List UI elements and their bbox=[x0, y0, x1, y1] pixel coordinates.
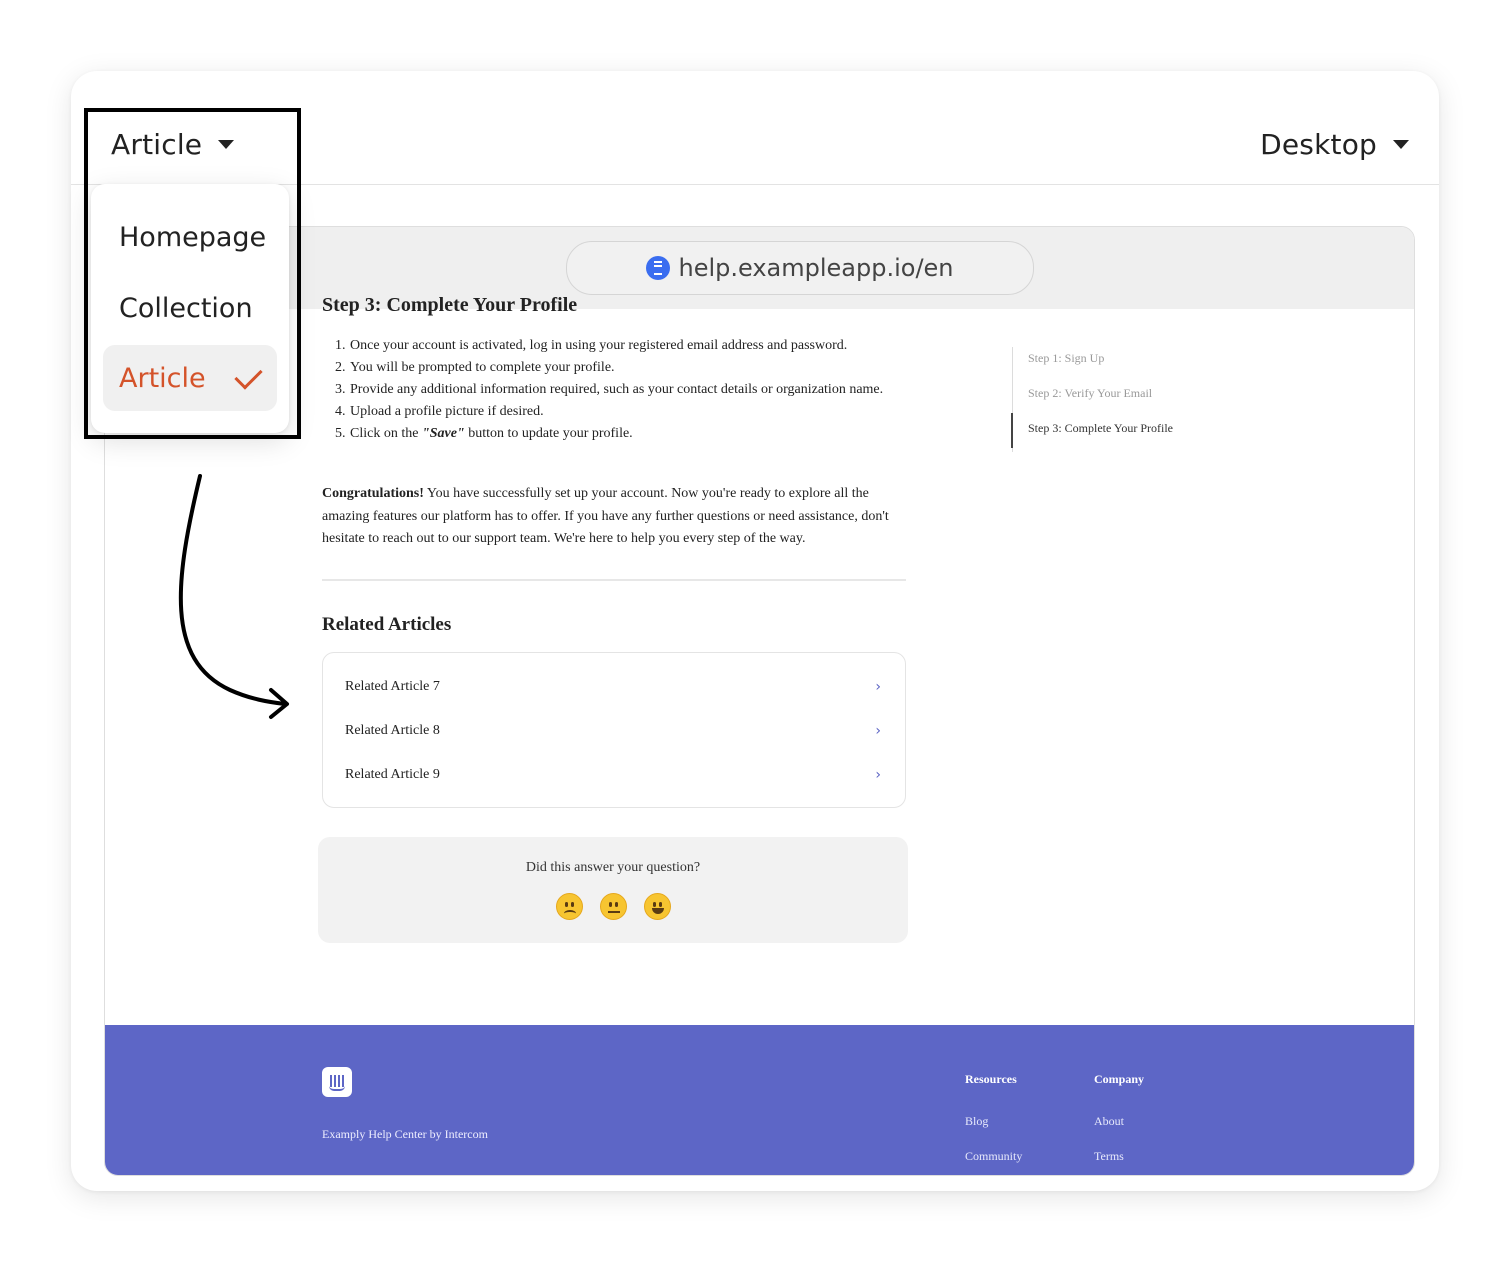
related-articles-title: Related Articles bbox=[322, 614, 452, 635]
reaction-buttons bbox=[318, 893, 908, 920]
toc-item-active[interactable]: Step 3: Complete Your Profile bbox=[1010, 413, 1173, 448]
table-of-contents: Step 1: Sign Up Step 2: Verify Your Emai… bbox=[1010, 347, 1173, 452]
annotation-arrow-icon bbox=[178, 474, 289, 719]
feedback-question: Did this answer your question? bbox=[525, 860, 701, 875]
intercom-logo-icon[interactable] bbox=[322, 1067, 352, 1097]
toc-item[interactable]: Step 1: Sign Up bbox=[1013, 347, 1173, 370]
list-item: 5. Click on the "Save" button to update y… bbox=[335, 426, 633, 441]
footer-heading-resources: Resources bbox=[965, 1072, 1017, 1086]
disappointed-face-icon[interactable] bbox=[555, 893, 583, 920]
feedback-widget: Did this answer your question? bbox=[318, 837, 908, 943]
list-item: 4. Upload a profile picture if desired. bbox=[335, 404, 544, 419]
related-article-link[interactable]: Related Article 7 › bbox=[345, 677, 881, 697]
url-text: help.exampleapp.io/en bbox=[678, 254, 954, 282]
toc-item[interactable]: Step 2: Verify Your Email bbox=[1013, 382, 1173, 405]
caret-down-icon bbox=[1393, 140, 1409, 149]
section-heading: Step 3: Complete Your Profile bbox=[322, 294, 578, 316]
chevron-right-icon: › bbox=[875, 679, 881, 695]
url-bar[interactable]: help.exampleapp.io/en bbox=[566, 241, 1034, 295]
steps-list: 1. Once your account is activated, log in… bbox=[335, 335, 895, 445]
related-article-link[interactable]: Related Article 8 › bbox=[345, 721, 881, 741]
footer-heading-company: Company bbox=[1094, 1072, 1145, 1086]
related-article-link[interactable]: Related Article 9 › bbox=[345, 765, 881, 785]
highlight-annotation bbox=[84, 108, 301, 439]
footer-link-community[interactable]: Community bbox=[965, 1149, 1022, 1164]
congrats-paragraph: Congratulations! You have successfully s… bbox=[322, 486, 889, 546]
footer-link-blog[interactable]: Blog bbox=[965, 1114, 988, 1129]
content-divider bbox=[322, 579, 906, 581]
device-dropdown[interactable]: Desktop bbox=[1260, 128, 1409, 161]
device-label: Desktop bbox=[1260, 128, 1377, 161]
article-page: Step 3: Complete Your Profile 1. Once you… bbox=[105, 294, 1414, 1175]
footer-link-terms[interactable]: Terms bbox=[1094, 1149, 1124, 1164]
chevron-right-icon: › bbox=[875, 723, 881, 739]
browser-chrome: help.exampleapp.io/en bbox=[105, 227, 1414, 309]
footer-link-about[interactable]: About bbox=[1094, 1114, 1124, 1129]
neutral-face-icon[interactable] bbox=[599, 893, 627, 920]
list-item: 1. Once your account is activated, log in… bbox=[335, 338, 848, 353]
related-articles-list: Related Article 7 › Related Article 8 › … bbox=[322, 652, 906, 808]
chevron-right-icon: › bbox=[875, 767, 881, 783]
smiley-face-icon[interactable] bbox=[643, 893, 671, 920]
list-item: 3. Provide any additional information req… bbox=[335, 382, 884, 397]
site-footer: Examply Help Center by Intercom Resource… bbox=[105, 1025, 1414, 1175]
footer-site-name: Examply Help Center by Intercom bbox=[322, 1127, 488, 1141]
site-favicon-icon bbox=[646, 256, 671, 280]
list-item: 2. You will be prompted to complete your … bbox=[335, 360, 615, 375]
